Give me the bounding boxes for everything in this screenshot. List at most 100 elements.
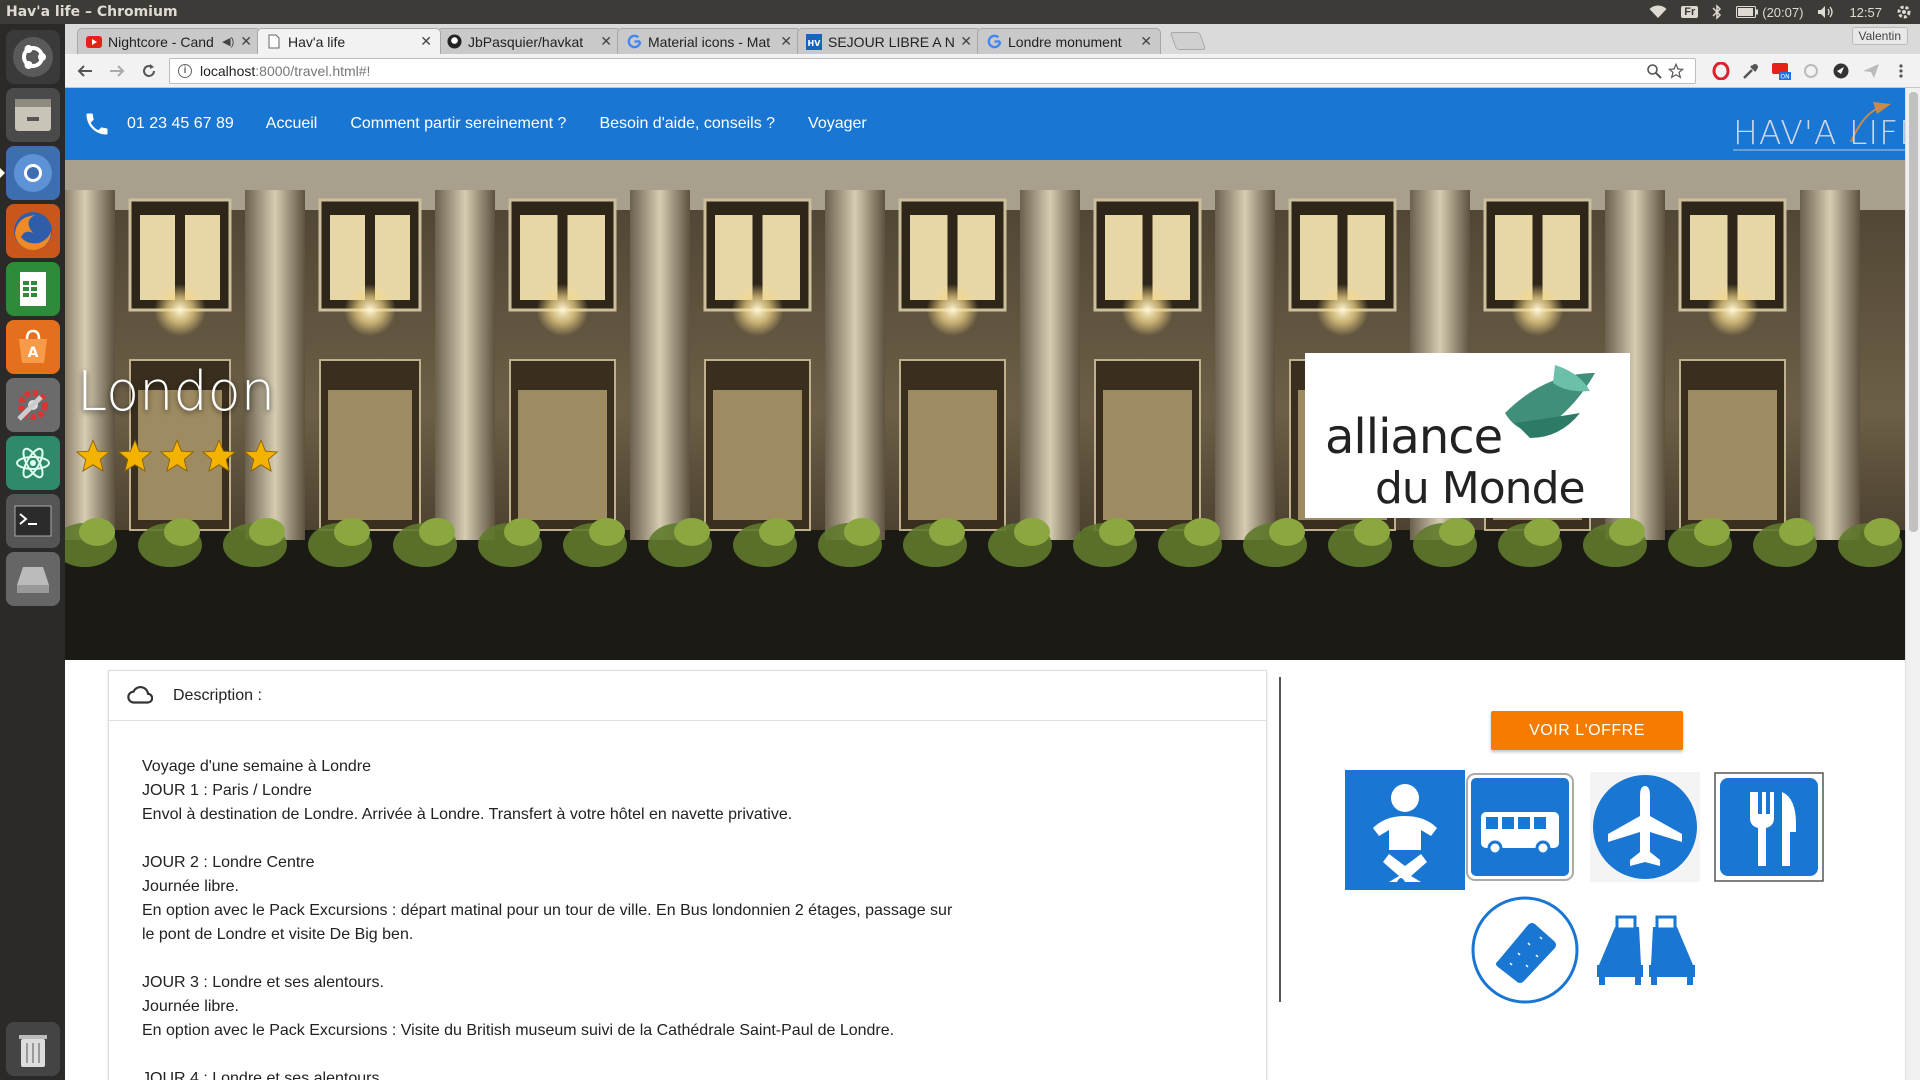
volume-icon[interactable] (1817, 5, 1835, 19)
content-section: Description : Voyage d'une semaine à Lon… (65, 660, 1920, 1080)
close-tab-icon[interactable]: ✕ (960, 33, 972, 50)
trash-icon[interactable] (5, 1022, 60, 1076)
color-picker-extension-icon[interactable] (1740, 60, 1762, 82)
browser-tab[interactable]: JbPasquier/havkat ✕ (437, 28, 621, 54)
plant-highlight-shape (79, 518, 115, 546)
ubuntu-dash-icon[interactable] (5, 30, 60, 84)
door-glass-shape (518, 390, 607, 520)
send-extension-icon[interactable] (1860, 60, 1882, 82)
clock[interactable]: 12:57 (1849, 5, 1882, 20)
address-bar[interactable]: i localhost:8000/travel.html#! (169, 57, 1696, 84)
system-settings-icon[interactable] (5, 378, 60, 432)
nav-link-accueil[interactable]: Accueil (266, 115, 318, 133)
plant-highlight-shape (1269, 518, 1305, 546)
star-icon (75, 438, 111, 479)
browser-tab[interactable]: HV SEJOUR LIBRE A NE ✕ (797, 28, 981, 54)
description-line: Envol à destination de Londre. Arrivée à… (142, 806, 793, 823)
browser-tab[interactable]: Material icons - Mat ✕ (617, 28, 801, 54)
scrollbar-thumb[interactable] (1909, 92, 1918, 532)
description-card: Description : Voyage d'une semaine à Lon… (108, 670, 1267, 1080)
disabled-extension-icon[interactable] (1800, 60, 1822, 82)
close-tab-icon[interactable]: ✕ (1140, 33, 1152, 50)
close-tab-icon[interactable]: ✕ (240, 33, 252, 50)
cloud-icon (127, 685, 153, 704)
partner-logo[interactable]: alliance du Monde (1305, 353, 1630, 518)
close-tab-icon[interactable]: ✕ (780, 33, 792, 50)
chromium-icon[interactable] (0, 146, 60, 200)
settings-gear-icon[interactable] (1896, 4, 1912, 20)
profile-button[interactable]: Valentin (1851, 27, 1908, 45)
browser-tab[interactable]: Hav'a life ✕ (257, 28, 441, 54)
bookmark-star-icon[interactable] (1665, 60, 1687, 82)
battery-indicator[interactable]: (20:07) (1736, 5, 1803, 20)
description-line: Journée libre. (142, 998, 239, 1015)
back-button[interactable] (73, 59, 97, 83)
system-top-panel: Hav'a life – Chromium Fr (20:07) 12:57 (0, 0, 1920, 24)
zoom-icon[interactable] (1643, 60, 1665, 82)
close-tab-icon[interactable]: ✕ (600, 33, 612, 50)
plant-highlight-shape (844, 518, 880, 546)
audio-playing-icon[interactable]: ◀) (222, 35, 234, 48)
tab-title: Nightcore - Cand (108, 33, 214, 50)
files-icon[interactable] (5, 88, 60, 142)
dark-reader-extension-icon[interactable] (1830, 60, 1852, 82)
spreadsheet-icon[interactable] (5, 262, 60, 316)
star-icon (117, 438, 153, 479)
partner-name-line2: du Monde (1375, 463, 1585, 514)
column-shape (1020, 190, 1080, 540)
new-tab-button[interactable] (1169, 32, 1207, 50)
door-glass-shape (713, 390, 802, 520)
keyboard-layout-indicator[interactable]: Fr (1681, 6, 1699, 18)
reload-button[interactable] (137, 59, 161, 83)
browser-tab[interactable]: Nightcore - Cand ◀) ✕ (77, 28, 261, 54)
star-icon (243, 438, 279, 479)
terminal-icon[interactable] (5, 494, 60, 548)
description-line: le pont de Londre et visite De Big ben. (142, 926, 414, 943)
opera-extension-icon[interactable] (1710, 60, 1732, 82)
youtube-extension-icon[interactable]: ON (1770, 60, 1792, 82)
door-glass-shape (1688, 390, 1777, 520)
nav-link-aide-conseils[interactable]: Besoin d'aide, conseils ? (599, 115, 775, 133)
brand-logo[interactable]: HAV'A LIFE (1731, 94, 1920, 154)
nav-link-partir-sereinement[interactable]: Comment partir sereinement ? (350, 115, 566, 133)
page-icon (266, 34, 282, 50)
description-line (142, 947, 1266, 971)
column-shape (1800, 190, 1860, 540)
hv-icon: HV (806, 33, 822, 50)
restaurant-icon (1714, 772, 1824, 882)
beds-icon (1591, 895, 1701, 1005)
tab-title: SEJOUR LIBRE A NE (828, 33, 955, 50)
lamp-glow-shape (1706, 284, 1759, 336)
tab-strip: Nightcore - Cand ◀) ✕ Hav'a life ✕ JbPasquier… (65, 24, 1920, 54)
close-tab-icon[interactable]: ✕ (420, 33, 432, 50)
unity-launcher: A (0, 24, 65, 1080)
wifi-icon[interactable] (1649, 5, 1667, 19)
hero-banner: London alliance du Monde (65, 160, 1920, 660)
nav-link-voyager[interactable]: Voyager (808, 115, 867, 133)
phone-link[interactable]: 01 23 45 67 89 (83, 110, 234, 138)
tab-title: Material icons - Mat (648, 33, 771, 50)
bluetooth-icon[interactable] (1712, 4, 1722, 20)
web-page: 01 23 45 67 89 Accueil Comment partir se… (65, 88, 1920, 1080)
software-center-icon[interactable]: A (5, 320, 60, 374)
lamp-glow-shape (1316, 284, 1369, 336)
svg-text:A: A (27, 345, 38, 361)
window-title: Hav'a life – Chromium (6, 4, 178, 20)
description-line: Journée libre. (142, 878, 239, 895)
vertical-divider (1279, 677, 1281, 1002)
browser-tab[interactable]: Londre monument ✕ (977, 28, 1161, 54)
atom-editor-icon[interactable] (5, 436, 60, 490)
plant-highlight-shape (504, 518, 540, 546)
voir-offre-button[interactable]: Voir l'offre (1491, 711, 1683, 750)
chromium-window: Nightcore - Cand ◀) ✕ Hav'a life ✕ JbPasquier… (65, 24, 1920, 1080)
page-scrollbar[interactable] (1905, 88, 1920, 1080)
svg-text:ON: ON (1780, 73, 1789, 80)
airplane-icon (1590, 772, 1700, 882)
drive-icon[interactable] (5, 552, 60, 606)
plant-highlight-shape (419, 518, 455, 546)
firefox-icon[interactable] (5, 204, 60, 258)
description-line (142, 827, 1266, 851)
site-info-icon[interactable]: i (178, 63, 192, 78)
browser-menu-button[interactable] (1890, 60, 1912, 82)
forward-button[interactable] (105, 59, 129, 83)
